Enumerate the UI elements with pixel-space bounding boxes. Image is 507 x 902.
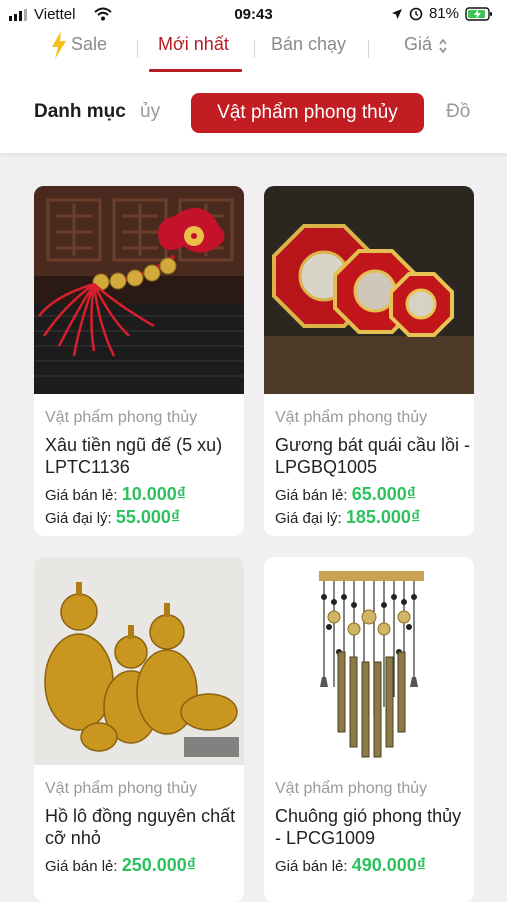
dealer-price-label: Giá đại lý: xyxy=(275,510,342,527)
category-chip-next[interactable]: Đồ xyxy=(446,101,470,123)
product-name: Xâu tiền ngũ đế (5 xu) LPTC1136 xyxy=(45,435,223,477)
category-bar: Danh mục ủy Vật phẩm phong thủy Đồ xyxy=(0,88,507,138)
battery-icon xyxy=(465,6,492,21)
product-card[interactable]: Vật phẩm phong thủy Gương bát quái cầu l… xyxy=(264,186,474,536)
tab-best-selling[interactable]: Bán chạy xyxy=(271,34,346,55)
dealer-price-value: 55.000₫ xyxy=(115,507,181,527)
product-image-bagua-mirror xyxy=(264,186,474,394)
active-tab-indicator xyxy=(149,69,242,72)
tab-divider xyxy=(137,40,138,58)
tab-divider xyxy=(368,40,369,58)
status-bar: Viettel 09:43 81% xyxy=(0,0,507,30)
dealer-price-row: Giá đại lý: 55.000₫ xyxy=(45,507,180,528)
dealer-price-label: Giá đại lý: xyxy=(45,510,112,527)
product-category: Vật phẩm phong thủy xyxy=(45,409,198,426)
product-image-gourd xyxy=(34,557,244,765)
retail-price-value: 250.000₫ xyxy=(121,855,197,875)
status-right: 81% xyxy=(391,5,493,22)
retail-price-label: Giá bán lẻ: xyxy=(45,487,118,504)
battery-percent: 81% xyxy=(428,5,459,22)
product-image-coin-string xyxy=(34,186,244,394)
category-title: Danh mục xyxy=(34,101,126,122)
tab-sale[interactable]: Sale xyxy=(71,34,107,55)
product-name: Gương bát quái cầu lồi - LPGBQ1005 xyxy=(275,435,470,477)
product-card[interactable]: Vật phẩm phong thủy Hồ lô đồng nguyên ch… xyxy=(34,557,244,902)
dealer-price-row: Giá đại lý: 185.000₫ xyxy=(275,507,420,528)
retail-price-row: Giá bán lẻ: 65.000₫ xyxy=(275,484,416,505)
retail-price-label: Giá bán lẻ: xyxy=(45,858,118,875)
retail-price-row: Giá bán lẻ: 10.000₫ xyxy=(45,484,186,505)
product-name: Chuông gió phong thủy - LPCG1009 xyxy=(275,806,462,848)
retail-price-label: Giá bán lẻ: xyxy=(275,858,348,875)
sort-arrows-icon[interactable] xyxy=(438,38,448,54)
retail-price-label: Giá bán lẻ: xyxy=(275,487,348,504)
product-name: Hồ lô đồng nguyên chất cỡ nhỏ xyxy=(45,806,236,848)
retail-price-value: 490.000₫ xyxy=(351,855,427,875)
product-category: Vật phẩm phong thủy xyxy=(275,780,428,797)
dealer-price-value: 185.000₫ xyxy=(345,507,421,527)
product-category: Vật phẩm phong thủy xyxy=(275,409,428,426)
location-icon xyxy=(391,8,402,19)
lightning-icon xyxy=(52,31,66,59)
alarm-icon xyxy=(409,7,423,20)
tab-divider xyxy=(254,40,255,58)
retail-price-value: 10.000₫ xyxy=(121,484,187,504)
product-image-wind-chime xyxy=(264,557,474,765)
product-card[interactable]: Vật phẩm phong thủy Xâu tiền ngũ đế (5 x… xyxy=(34,186,244,536)
retail-price-value: 65.000₫ xyxy=(351,484,417,504)
product-card[interactable]: Vật phẩm phong thủy Chuông gió phong thủ… xyxy=(264,557,474,902)
category-chip-active[interactable]: Vật phẩm phong thủy xyxy=(191,93,424,133)
category-chip-prev[interactable]: ủy xyxy=(140,101,160,123)
tab-newest[interactable]: Mới nhất xyxy=(158,34,229,55)
top-header: Viettel 09:43 81% Sale Mới nhất Bán chạy xyxy=(0,0,507,153)
retail-price-row: Giá bán lẻ: 250.000₫ xyxy=(45,855,196,876)
retail-price-row: Giá bán lẻ: 490.000₫ xyxy=(275,855,426,876)
sort-tabs: Sale Mới nhất Bán chạy Giá xyxy=(0,30,507,74)
product-category: Vật phẩm phong thủy xyxy=(45,780,198,797)
tab-price[interactable]: Giá xyxy=(404,34,432,55)
